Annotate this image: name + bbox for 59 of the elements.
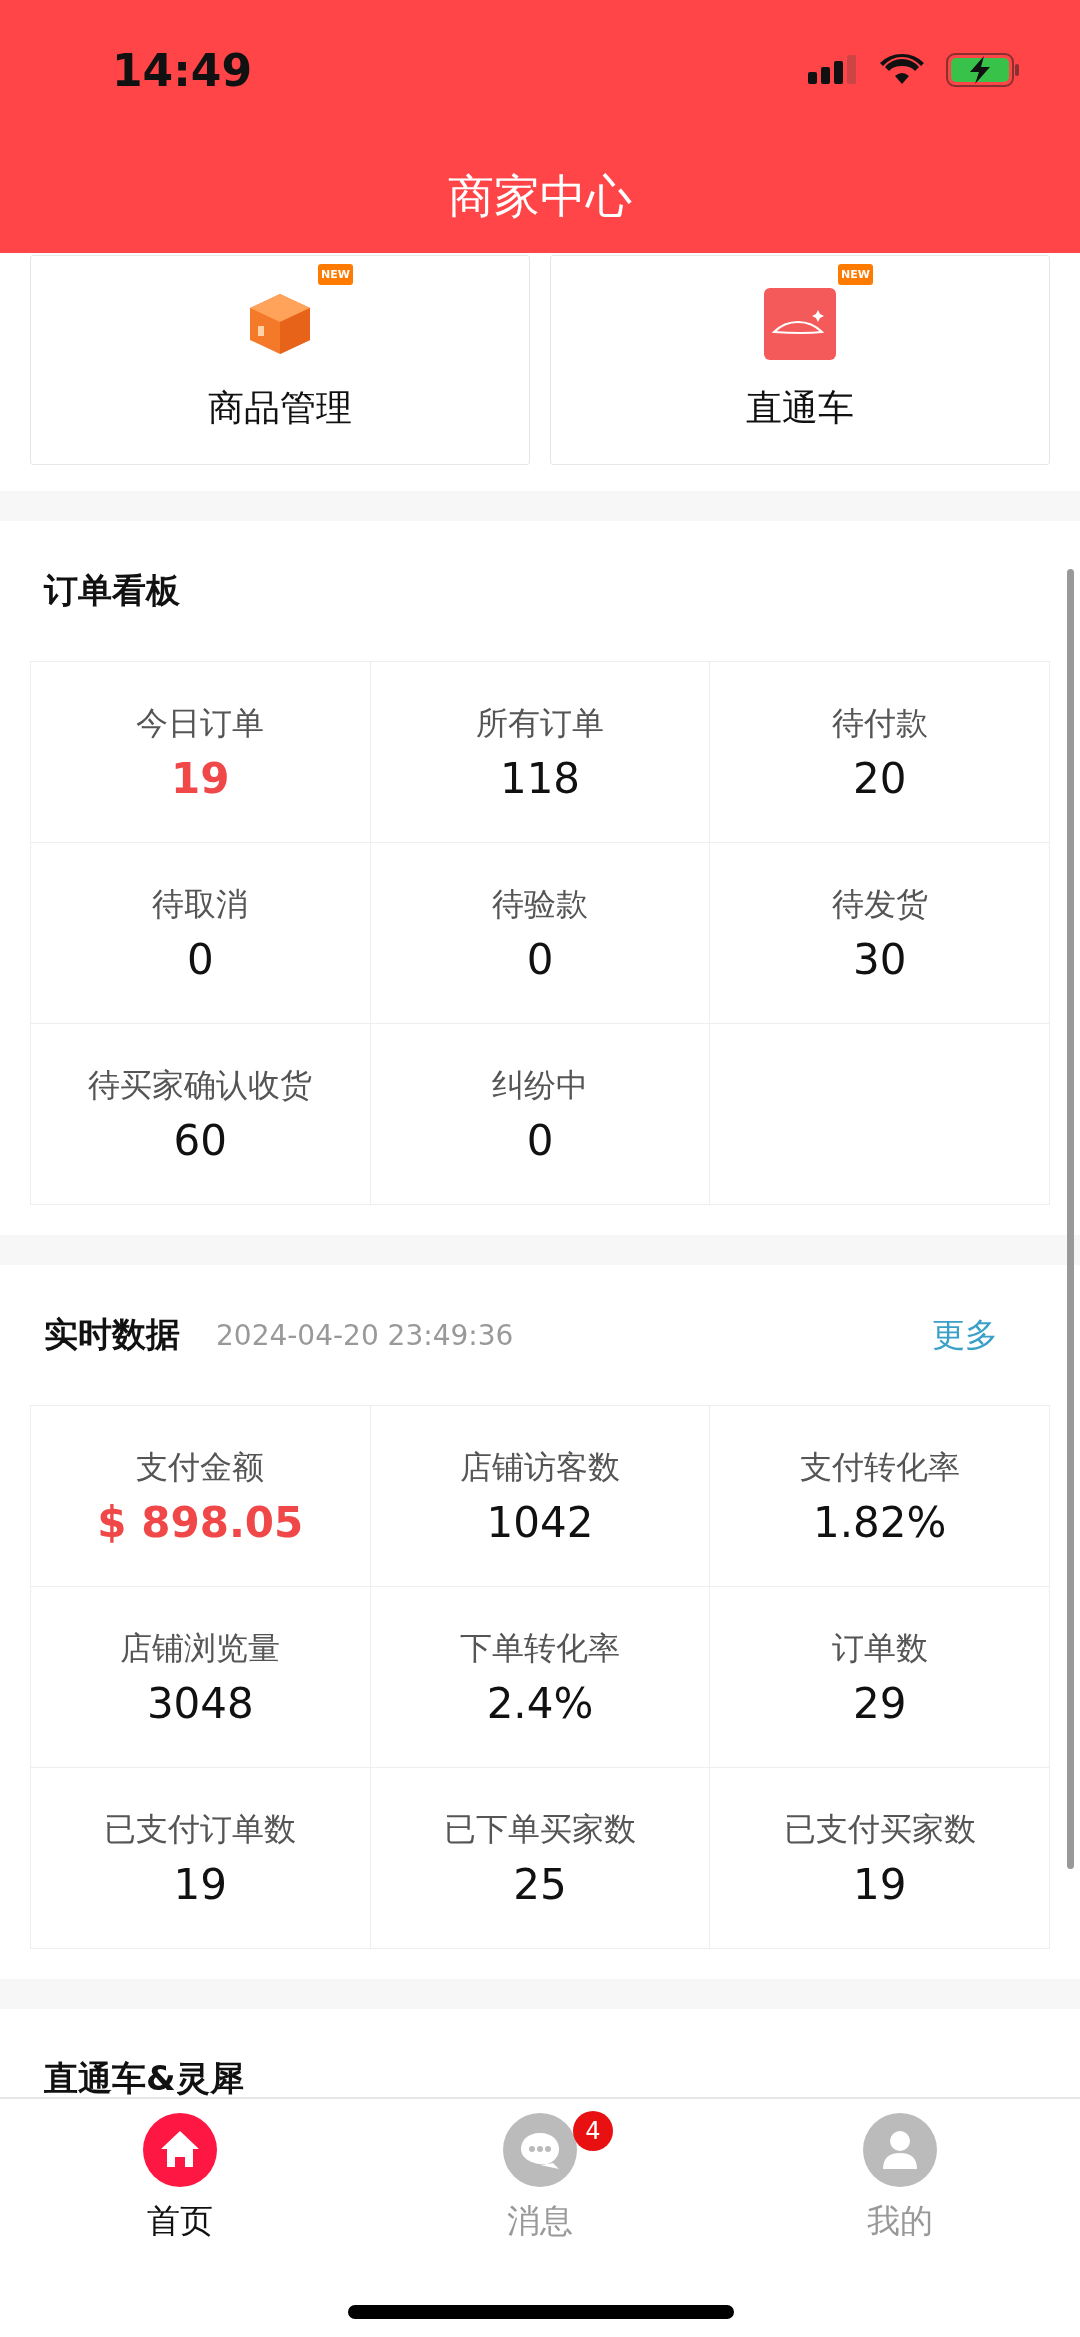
tab-label: 我的 (867, 2200, 933, 2242)
metric-value: 0 (526, 1115, 554, 1165)
metric-value: 20 (852, 753, 907, 803)
person-icon (863, 2113, 937, 2187)
metric-label: 订单数 (831, 1627, 928, 1669)
metric-value: 1.82% (812, 1497, 947, 1547)
metric-value: 25 (513, 1859, 567, 1909)
new-badge: NEW (838, 263, 873, 285)
metric-value: 2.4% (486, 1678, 594, 1728)
section-title: 订单看板 (44, 569, 180, 612)
section-title: 实时数据 (44, 1313, 180, 1356)
metric-label: 店铺浏览量 (120, 1627, 281, 1669)
shortcut-tile[interactable]: NEW 直通车 (550, 255, 1050, 465)
battery-icon (946, 53, 1020, 87)
tab-label: 消息 (507, 2200, 573, 2242)
chat-icon (503, 2113, 577, 2187)
metric-value: 19 (173, 1859, 228, 1909)
metric-label: 今日订单 (136, 702, 265, 744)
metric-value: 60 (173, 1115, 228, 1165)
car-icon (764, 287, 836, 360)
metric-label: 所有订单 (476, 702, 604, 744)
metric-label: 店铺访客数 (460, 1446, 620, 1488)
metric-label: 已下单买家数 (444, 1808, 636, 1850)
signal-icon (808, 54, 858, 86)
metric-label: 待验款 (492, 883, 588, 925)
metric-label: 支付转化率 (799, 1446, 960, 1488)
shortcut-label: 直通车 (746, 385, 854, 430)
home-icon (143, 2113, 217, 2187)
metric-label: 待取消 (152, 883, 249, 925)
metric-label: 待付款 (831, 702, 928, 744)
metric-label: 支付金额 (136, 1446, 265, 1488)
metric-value: 3048 (146, 1678, 254, 1728)
shortcut-tile[interactable]: NEW 商品管理 (30, 255, 530, 465)
metric-label: 待发货 (831, 883, 928, 925)
tab-label: 首页 (147, 2200, 213, 2242)
tab-item[interactable]: 4 消息 (360, 2113, 720, 2244)
new-badge: NEW (318, 263, 353, 285)
metric-value: 19 (852, 1859, 907, 1909)
metric-value: 0 (186, 934, 214, 984)
status-time: 14:49 (112, 44, 253, 96)
metric-label: 已支付买家数 (783, 1808, 976, 1850)
metric-value: 118 (499, 753, 581, 803)
metric-value: 19 (171, 753, 230, 803)
metric-value: 0 (526, 934, 554, 984)
metric-value: 30 (852, 934, 907, 984)
page-title: 商家中心 (448, 167, 632, 225)
metric-value: 29 (852, 1678, 907, 1728)
wifi-icon (880, 54, 924, 86)
timestamp: 2024-04-20 23:49:36 (216, 1318, 515, 1352)
metric-label: 纠纷中 (492, 1064, 588, 1106)
shortcut-label: 商品管理 (208, 385, 352, 430)
tab-item[interactable]: 首页 (0, 2113, 360, 2244)
metric-label: 下单转化率 (460, 1627, 620, 1669)
metric-label: 待买家确认收货 (88, 1064, 313, 1106)
metric-label: 已支付订单数 (104, 1808, 297, 1850)
unread-badge: 4 (573, 2111, 613, 2151)
metric-value: $ 898.05 (97, 1497, 304, 1547)
section-title: 直通车&灵犀 (44, 2057, 244, 2097)
metric-value: 1042 (486, 1497, 594, 1547)
